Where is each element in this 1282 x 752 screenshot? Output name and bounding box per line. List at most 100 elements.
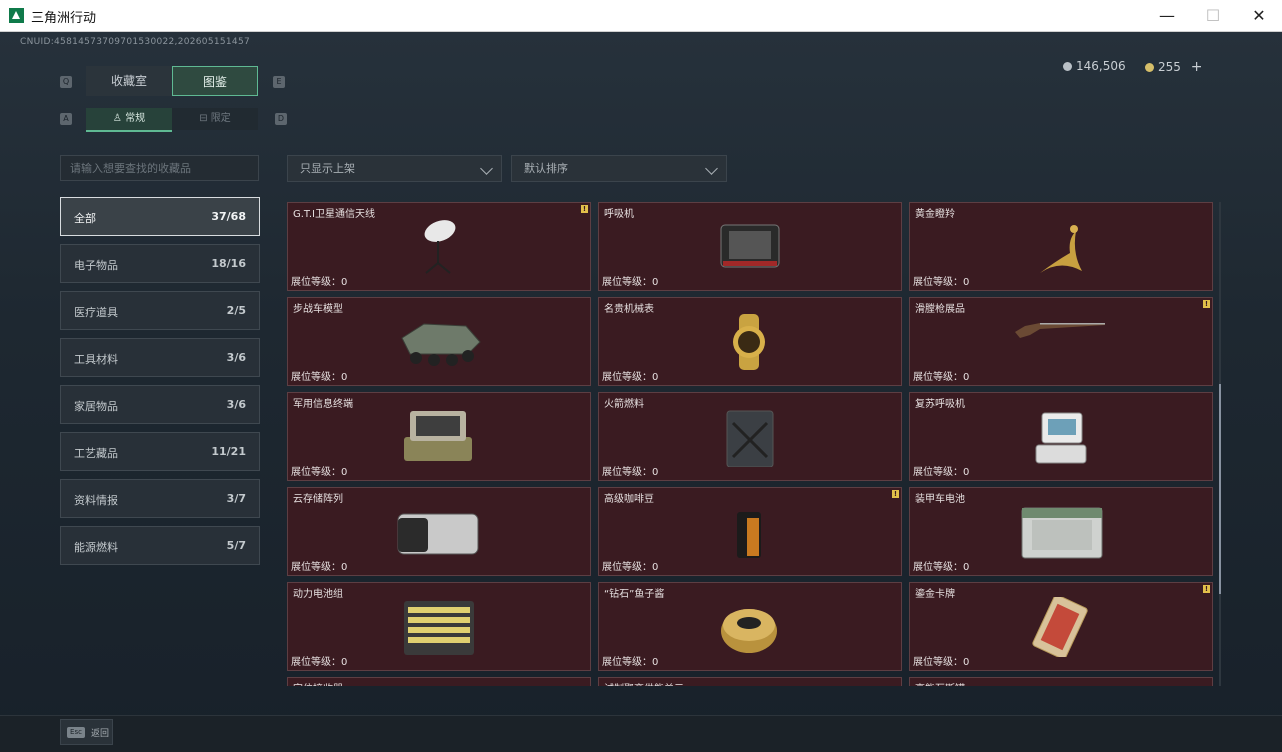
back-label: 返回 xyxy=(91,729,110,739)
minimize-button[interactable]: — xyxy=(1144,0,1190,31)
category-0[interactable]: 全部 37/68 xyxy=(60,197,260,236)
item-name: 名贵机械表 xyxy=(604,304,654,315)
item-name: 云存储阵列 xyxy=(293,494,343,505)
item-display-level: 展位等级：0 xyxy=(291,372,348,383)
item-display-level: 展位等级：0 xyxy=(602,467,659,478)
player-uid: CNUID:45814573709701530022,202605151457 xyxy=(20,37,251,47)
item-display-level: 展位等级：0 xyxy=(913,277,970,288)
collection-search-input[interactable]: 请输入想要查找的收藏品 xyxy=(60,155,259,181)
collectible-card[interactable]: 名贵机械表展位等级：0 xyxy=(598,297,902,386)
key-hint-e: E xyxy=(273,76,285,88)
musket-icon xyxy=(1010,312,1110,372)
ifv-model-icon xyxy=(388,312,488,372)
subtab-normal[interactable]: ♙ 常规 xyxy=(86,108,172,132)
collectible-card[interactable]: 火箭燃料展位等级：0 xyxy=(598,392,902,481)
gold-coin-icon xyxy=(1145,63,1154,72)
category-label: 家居物品 xyxy=(74,400,118,413)
item-display-level: 展位等级：0 xyxy=(602,372,659,383)
item-name: 试制聚变供能单元 xyxy=(604,680,684,686)
collectible-card[interactable]: 军用信息终端 展位等级：0 xyxy=(287,392,591,481)
tab-gallery[interactable]: 图鉴 xyxy=(172,66,258,96)
collectible-card[interactable]: “钻石”鱼子酱 展位等级：0 xyxy=(598,582,902,671)
military-terminal-icon xyxy=(388,407,488,467)
collectible-card[interactable]: 试制聚变供能单元 xyxy=(598,677,902,686)
collectible-card[interactable]: 黄金瞪羚 展位等级：0 xyxy=(909,202,1213,291)
category-6[interactable]: 资料情报 3/7 xyxy=(60,479,260,518)
item-display-level: 展位等级：0 xyxy=(291,467,348,478)
category-1[interactable]: 电子物品 18/16 xyxy=(60,244,260,283)
item-name: “钻石”鱼子酱 xyxy=(604,589,665,600)
collectible-card[interactable]: 复苏呼吸机 展位等级：0 xyxy=(909,392,1213,481)
normal-tab-icon: ♙ xyxy=(112,113,122,124)
fuel-can-icon xyxy=(699,407,799,468)
category-label: 资料情报 xyxy=(74,494,118,507)
category-2[interactable]: 医疗道具 2/5 xyxy=(60,291,260,330)
silver-coin-icon xyxy=(1063,62,1072,71)
app-logo-icon xyxy=(9,8,24,23)
item-name: 步战车模型 xyxy=(293,304,343,315)
item-name: 高能瓦斯罐 xyxy=(915,680,965,686)
back-button[interactable]: Esc 返回 xyxy=(60,719,113,745)
item-display-level: 展位等级：0 xyxy=(913,372,970,383)
category-count: 3/6 xyxy=(226,351,246,364)
collectible-card[interactable]: 高级咖啡豆 展位等级：0! xyxy=(598,487,902,576)
silver-currency: 146,506 xyxy=(1063,59,1126,73)
subtab-special[interactable]: ⊟ 限定 xyxy=(172,108,258,130)
sort-dropdown[interactable]: 默认排序 xyxy=(511,155,727,182)
item-name: 军用信息终端 xyxy=(293,399,353,410)
item-display-level: 展位等级：0 xyxy=(291,277,348,288)
add-currency-button[interactable]: + xyxy=(1191,59,1203,75)
collectible-card[interactable]: 动力电池组 展位等级：0 xyxy=(287,582,591,671)
collectible-card[interactable]: 云存储阵列展位等级：0 xyxy=(287,487,591,576)
gilded-card-icon xyxy=(1010,594,1110,660)
satellite-dish-icon xyxy=(388,217,488,277)
collectible-card[interactable]: 呼吸机展位等级：0 xyxy=(598,202,902,291)
category-4[interactable]: 家居物品 3/6 xyxy=(60,385,260,424)
caviar-tin-icon xyxy=(699,597,799,657)
chevron-down-icon xyxy=(705,162,718,175)
grid-scrollbar-thumb[interactable] xyxy=(1219,384,1221,594)
item-name: 呼吸机 xyxy=(604,209,634,220)
category-label: 能源燃料 xyxy=(74,541,118,554)
display-filter-dropdown[interactable]: 只显示上架 xyxy=(287,155,502,182)
item-display-level: 展位等级：0 xyxy=(291,562,348,573)
collectible-card[interactable]: 定位接收器 xyxy=(287,677,591,686)
maximize-button[interactable]: ☐ xyxy=(1190,0,1236,31)
category-label: 电子物品 xyxy=(74,259,118,272)
category-7[interactable]: 能源燃料 5/7 xyxy=(60,526,260,565)
item-display-level: 展位等级：0 xyxy=(602,657,659,668)
category-3[interactable]: 工具材料 3/6 xyxy=(60,338,260,377)
category-count: 11/21 xyxy=(211,445,246,458)
storage-array-icon xyxy=(388,502,488,562)
collectible-card[interactable]: 滑膛枪展品 展位等级：0! xyxy=(909,297,1213,386)
item-name: 高级咖啡豆 xyxy=(604,494,654,505)
new-alert-icon: ! xyxy=(1203,585,1210,593)
item-display-level: 展位等级：0 xyxy=(913,562,970,573)
category-count: 3/6 xyxy=(226,398,246,411)
tab-collection-room[interactable]: 收藏室 xyxy=(86,66,172,96)
category-5[interactable]: 工艺藏品 11/21 xyxy=(60,432,260,471)
collectible-card[interactable]: G.T.I卫星通信天线 展位等级：0! xyxy=(287,202,591,291)
battery-icon xyxy=(1010,502,1110,562)
window-title: 三角洲行动 xyxy=(31,11,97,26)
category-count: 37/68 xyxy=(211,210,246,223)
new-alert-icon: ! xyxy=(581,205,588,213)
collectible-card[interactable]: 装甲车电池 展位等级：0 xyxy=(909,487,1213,576)
category-count: 3/7 xyxy=(226,492,246,505)
item-display-level: 展位等级：0 xyxy=(913,657,970,668)
close-button[interactable]: ✕ xyxy=(1236,0,1282,31)
resuscitator-icon xyxy=(1010,407,1110,467)
bottom-bar xyxy=(0,715,1282,752)
special-tab-icon: ⊟ xyxy=(199,113,208,124)
gold-currency: 255 + xyxy=(1145,59,1202,75)
collectible-card[interactable]: 鎏金卡牌 展位等级：0! xyxy=(909,582,1213,671)
category-count: 18/16 xyxy=(211,257,246,270)
collectible-card[interactable]: 步战车模型展位等级：0 xyxy=(287,297,591,386)
item-display-level: 展位等级：0 xyxy=(913,467,970,478)
collectible-card[interactable]: 高能瓦斯罐 xyxy=(909,677,1213,686)
watch-icon xyxy=(699,312,799,372)
category-label: 工艺藏品 xyxy=(74,447,118,460)
item-display-level: 展位等级：0 xyxy=(602,277,659,288)
item-name: 火箭燃料 xyxy=(604,399,644,410)
category-count: 5/7 xyxy=(226,539,246,552)
